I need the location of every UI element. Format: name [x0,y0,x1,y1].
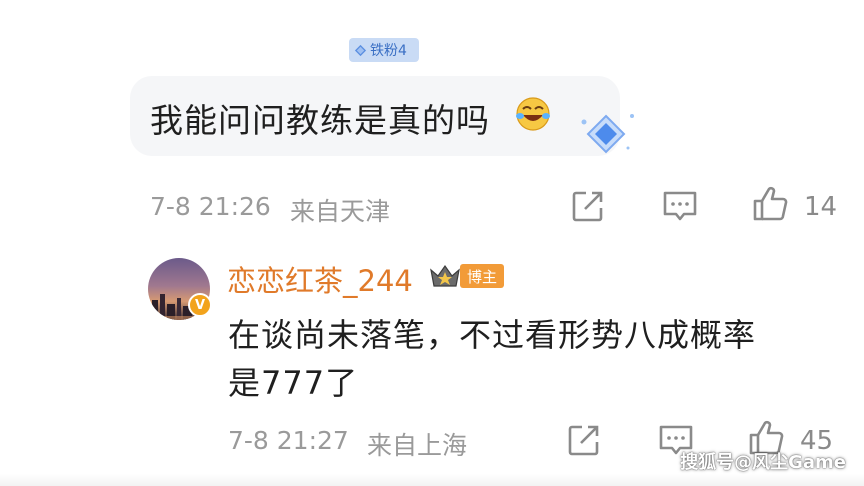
reply-location: 来自上海 [367,431,468,460]
reply-text-line-2: 是777了 [228,364,359,402]
fan-badge-label: 铁粉4 [370,43,407,59]
verified-icon: V [188,293,212,317]
gem-icon [581,114,634,154]
crown-icon [430,264,460,287]
diamond-icon [354,44,367,56]
bottom-divider [0,474,864,486]
like-icon[interactable] [752,186,788,222]
reply-date: 7-8 21:27 [228,426,349,455]
comment-text: 我能问问教练是真的吗 [150,101,490,140]
reply-username[interactable]: 恋恋红茶_244 [227,258,413,300]
laughing-emoji-icon [516,97,550,131]
comment-location: 来自天津 [290,197,391,226]
author-badge: 博主 [460,264,504,288]
comment-date: 7-8 21:26 [150,192,271,221]
watermark: 搜狐号@风尘Game [680,452,846,473]
comment-like-count: 14 [804,192,838,222]
reply-text-line-1: 在谈尚未落笔，不过看形势八成概率 [228,316,757,354]
share-icon[interactable] [566,422,602,458]
fan-level-badge[interactable]: 铁粉4 [349,38,419,62]
comment-icon[interactable] [662,188,698,224]
share-icon[interactable] [570,188,606,224]
